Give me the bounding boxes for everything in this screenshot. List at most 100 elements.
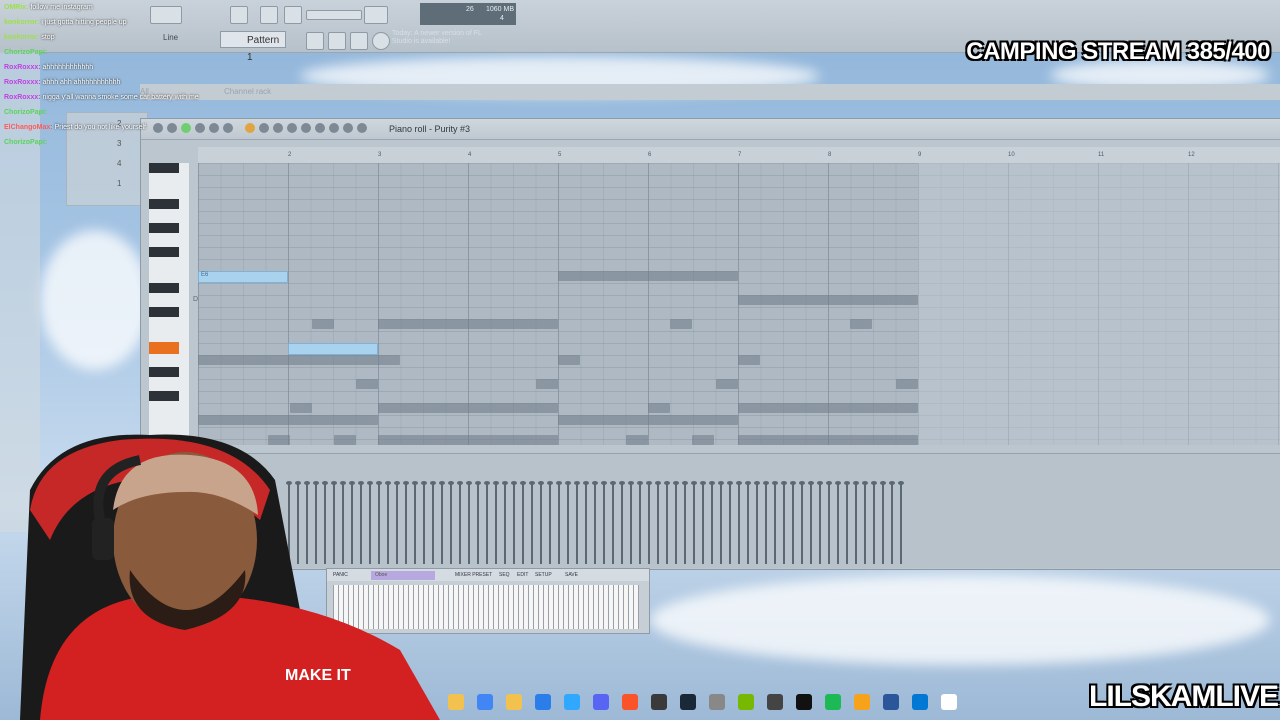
piano-keys[interactable]: D6 <box>149 163 202 443</box>
velocity-bar[interactable] <box>844 481 850 564</box>
channel-icon[interactable] <box>328 32 346 50</box>
velocity-bar[interactable] <box>781 481 787 564</box>
note[interactable] <box>626 435 648 445</box>
setup-button[interactable]: SETUP <box>535 569 552 581</box>
velocity-bar[interactable] <box>646 481 652 564</box>
black-key[interactable] <box>149 223 179 233</box>
note[interactable] <box>670 319 692 329</box>
velocity-bar[interactable] <box>574 481 580 564</box>
velocity-bar[interactable] <box>457 481 463 564</box>
note[interactable] <box>738 355 760 365</box>
note[interactable] <box>558 355 580 365</box>
black-key[interactable] <box>149 199 179 209</box>
velocity-bar[interactable] <box>556 481 562 564</box>
mute-icon[interactable] <box>287 123 297 133</box>
bar-number[interactable]: 12 <box>1188 152 1195 158</box>
chop-icon[interactable] <box>329 123 339 133</box>
bar-number[interactable]: 4 <box>468 152 471 158</box>
velocity-bar[interactable] <box>682 481 688 564</box>
calculator-icon[interactable] <box>883 694 899 710</box>
bar-number[interactable]: 3 <box>378 152 381 158</box>
black-key[interactable] <box>149 307 179 317</box>
note[interactable] <box>290 403 312 413</box>
note[interactable] <box>738 295 918 305</box>
store-icon[interactable] <box>535 694 551 710</box>
velocity-bar[interactable] <box>538 481 544 564</box>
bar-number[interactable]: 8 <box>828 152 831 158</box>
velocity-bar[interactable] <box>565 481 571 564</box>
note[interactable] <box>198 355 400 365</box>
velocity-bar[interactable] <box>493 481 499 564</box>
flip-icon[interactable] <box>315 123 325 133</box>
seq-button[interactable]: SEQ <box>499 569 510 581</box>
highlighted-key[interactable] <box>149 342 179 354</box>
velocity-bar[interactable] <box>745 481 751 564</box>
velocity-bar[interactable] <box>817 481 823 564</box>
velocity-bar[interactable] <box>601 481 607 564</box>
note-grid[interactable]: E6 <box>198 163 1280 445</box>
note[interactable] <box>378 403 558 413</box>
tool-button[interactable] <box>364 6 388 24</box>
bar-number[interactable]: 9 <box>918 152 921 158</box>
velocity-bar[interactable] <box>709 481 715 564</box>
velocity-bar[interactable] <box>475 481 481 564</box>
app2-icon[interactable] <box>912 694 928 710</box>
black-key[interactable] <box>149 391 179 401</box>
velocity-bar[interactable] <box>520 481 526 564</box>
velocity-bar[interactable] <box>502 481 508 564</box>
note[interactable] <box>558 415 738 425</box>
velocity-bar[interactable] <box>736 481 742 564</box>
4k-icon[interactable] <box>767 694 783 710</box>
brave-icon[interactable] <box>622 694 638 710</box>
note[interactable] <box>356 379 378 389</box>
velocity-bar[interactable] <box>466 481 472 564</box>
record-button[interactable] <box>284 6 302 24</box>
nvidia-icon[interactable] <box>738 694 754 710</box>
velocity-bar[interactable] <box>619 481 625 564</box>
bar-number[interactable]: 7 <box>738 152 741 158</box>
fl-studio-icon[interactable] <box>854 694 870 710</box>
velocity-bar[interactable] <box>763 481 769 564</box>
note[interactable] <box>312 319 334 329</box>
selected-note[interactable] <box>288 343 378 355</box>
note[interactable] <box>558 271 738 281</box>
mixer-icon[interactable] <box>350 32 368 50</box>
chrome-icon[interactable] <box>477 694 493 710</box>
velocity-bar[interactable] <box>691 481 697 564</box>
timeline-ruler[interactable]: 2 3 4 5 6 7 8 9 10 11 12 <box>198 147 1280 164</box>
velocity-bar[interactable] <box>448 481 454 564</box>
velocity-bar[interactable] <box>547 481 553 564</box>
velocity-bar[interactable] <box>808 481 814 564</box>
note[interactable] <box>738 435 918 445</box>
velocity-bar[interactable] <box>610 481 616 564</box>
note[interactable] <box>198 415 378 425</box>
velocity-bar[interactable] <box>871 481 877 564</box>
velocity-bar[interactable] <box>772 481 778 564</box>
edit-button[interactable]: EDIT <box>517 569 528 581</box>
black-key[interactable] <box>149 283 179 293</box>
channel-number[interactable]: 4 <box>117 159 121 168</box>
note[interactable] <box>692 435 714 445</box>
steam-icon[interactable] <box>680 694 696 710</box>
velocity-bar[interactable] <box>484 481 490 564</box>
velocity-bar[interactable] <box>529 481 535 564</box>
velocity-bar[interactable] <box>628 481 634 564</box>
note[interactable] <box>716 379 738 389</box>
velocity-bar[interactable] <box>853 481 859 564</box>
velocity-bar[interactable] <box>718 481 724 564</box>
browser-icon[interactable] <box>372 32 390 50</box>
save-button[interactable]: SAVE <box>565 569 578 581</box>
note[interactable] <box>850 319 872 329</box>
velocity-bar[interactable] <box>862 481 868 564</box>
velocity-bar[interactable] <box>583 481 589 564</box>
velocity-bar[interactable] <box>592 481 598 564</box>
master-volume-slider[interactable] <box>306 10 362 20</box>
velocity-bar[interactable] <box>835 481 841 564</box>
note[interactable] <box>536 379 558 389</box>
black-key[interactable] <box>149 247 179 257</box>
velocity-bar[interactable] <box>799 481 805 564</box>
selected-note[interactable]: E6 <box>198 271 288 283</box>
velocity-bar[interactable] <box>673 481 679 564</box>
channel-rack-bar[interactable]: All Channel rack <box>140 84 1280 100</box>
velocity-bar[interactable] <box>790 481 796 564</box>
